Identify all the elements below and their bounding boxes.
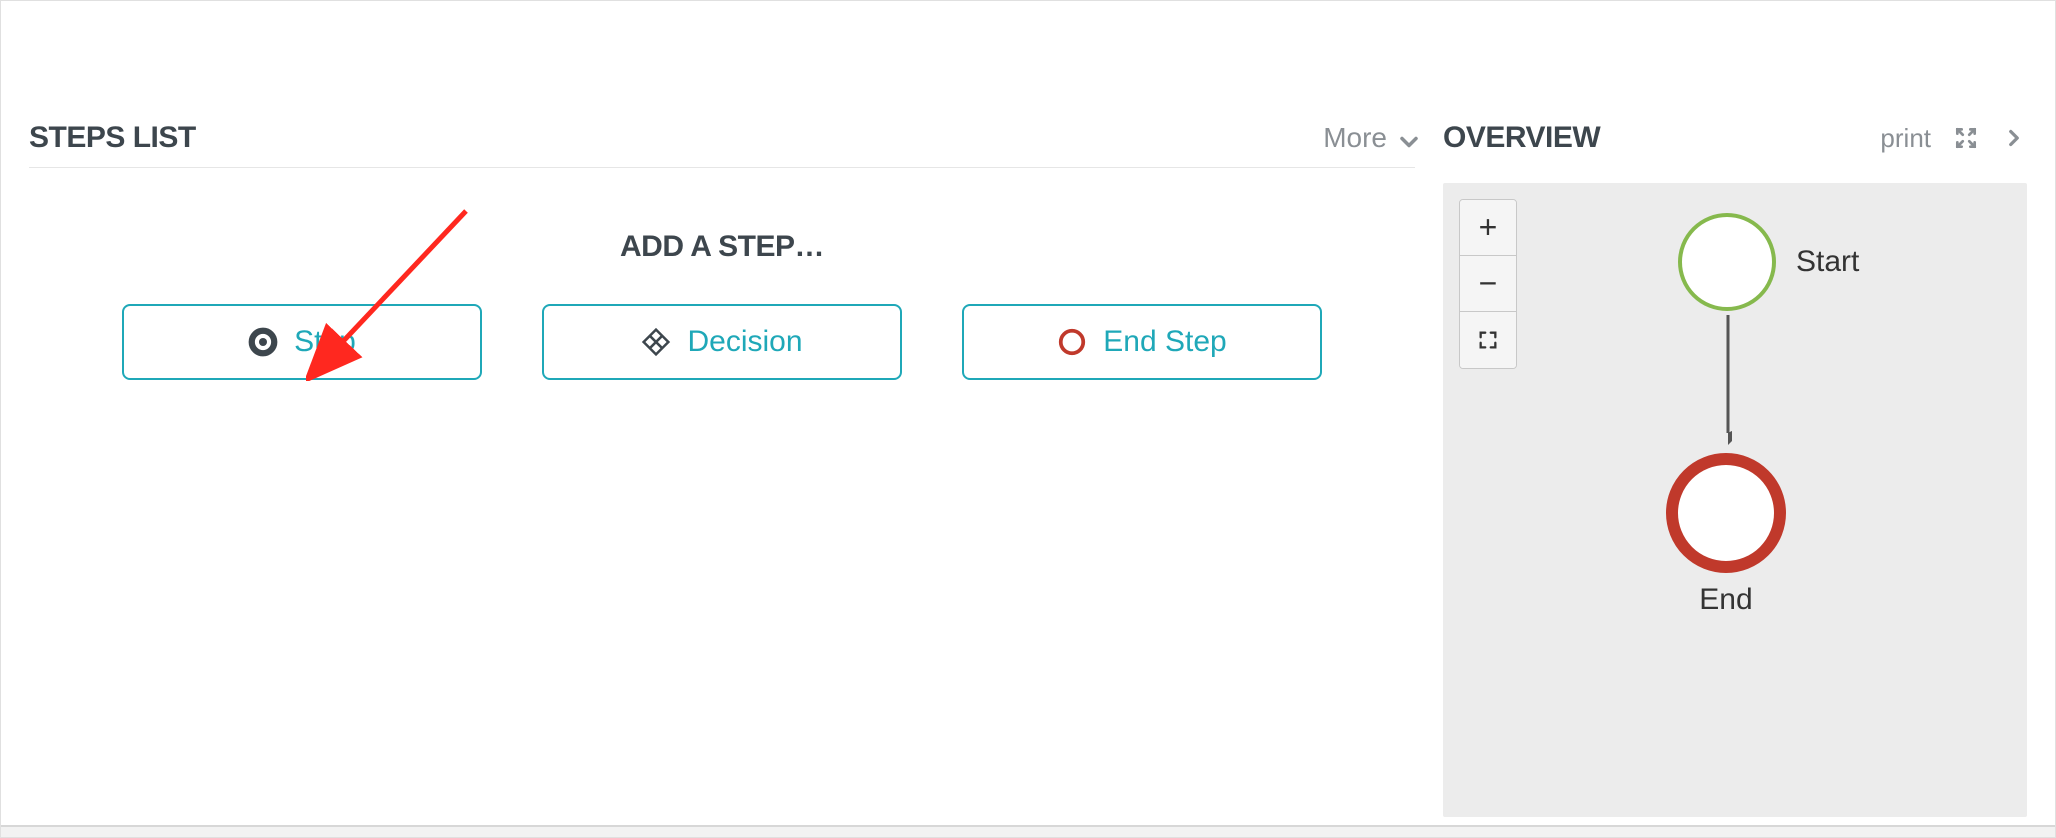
overview-toolbar: print — [1880, 123, 2027, 154]
more-dropdown[interactable]: More — [1323, 122, 1415, 154]
print-link[interactable]: print — [1880, 123, 1931, 154]
zoom-out-button[interactable]: − — [1460, 256, 1516, 312]
add-decision-button-label: Decision — [687, 325, 802, 359]
zoom-in-button[interactable]: + — [1460, 200, 1516, 256]
steps-list-panel: STEPS LIST More ADD A STEP… Step — [1, 1, 1443, 837]
add-step-button-label: Step — [294, 325, 356, 359]
end-step-circle-icon — [1057, 327, 1087, 357]
flow-connector-icon — [1724, 315, 1732, 445]
start-node-circle-icon — [1678, 213, 1776, 311]
add-step-button[interactable]: Step — [122, 304, 482, 380]
add-end-step-button[interactable]: End Step — [962, 304, 1322, 380]
start-node-label: Start — [1796, 245, 1859, 279]
expand-icon[interactable] — [1953, 125, 1979, 151]
end-node-circle-icon — [1666, 453, 1786, 573]
end-node[interactable]: End — [1666, 453, 1786, 617]
step-circle-icon — [248, 327, 278, 357]
chevron-right-icon[interactable] — [2001, 125, 2027, 151]
end-node-label: End — [1666, 583, 1786, 617]
bottom-strip — [1, 825, 2055, 837]
chevron-down-icon — [1395, 128, 1415, 148]
decision-diamond-icon — [641, 327, 671, 357]
steps-list-title: STEPS LIST — [29, 121, 196, 155]
overview-canvas[interactable]: + − Start — [1443, 183, 2027, 817]
fullscreen-corners-icon — [1477, 329, 1499, 351]
zoom-controls: + − — [1459, 199, 1517, 369]
overview-panel: OVERVIEW print — [1443, 1, 2055, 837]
add-step-heading: ADD A STEP… — [29, 230, 1415, 264]
add-end-step-button-label: End Step — [1103, 325, 1226, 359]
add-decision-button[interactable]: Decision — [542, 304, 902, 380]
fit-to-screen-button[interactable] — [1460, 312, 1516, 368]
overview-title: OVERVIEW — [1443, 121, 1600, 155]
add-step-button-row: Step Decision End Step — [29, 304, 1415, 380]
more-dropdown-label: More — [1323, 122, 1387, 154]
steps-list-header: STEPS LIST More — [29, 121, 1415, 168]
overview-header: OVERVIEW print — [1443, 121, 2027, 165]
start-node[interactable]: Start — [1678, 213, 1859, 311]
flow-diagram: Start End — [1608, 203, 1908, 743]
